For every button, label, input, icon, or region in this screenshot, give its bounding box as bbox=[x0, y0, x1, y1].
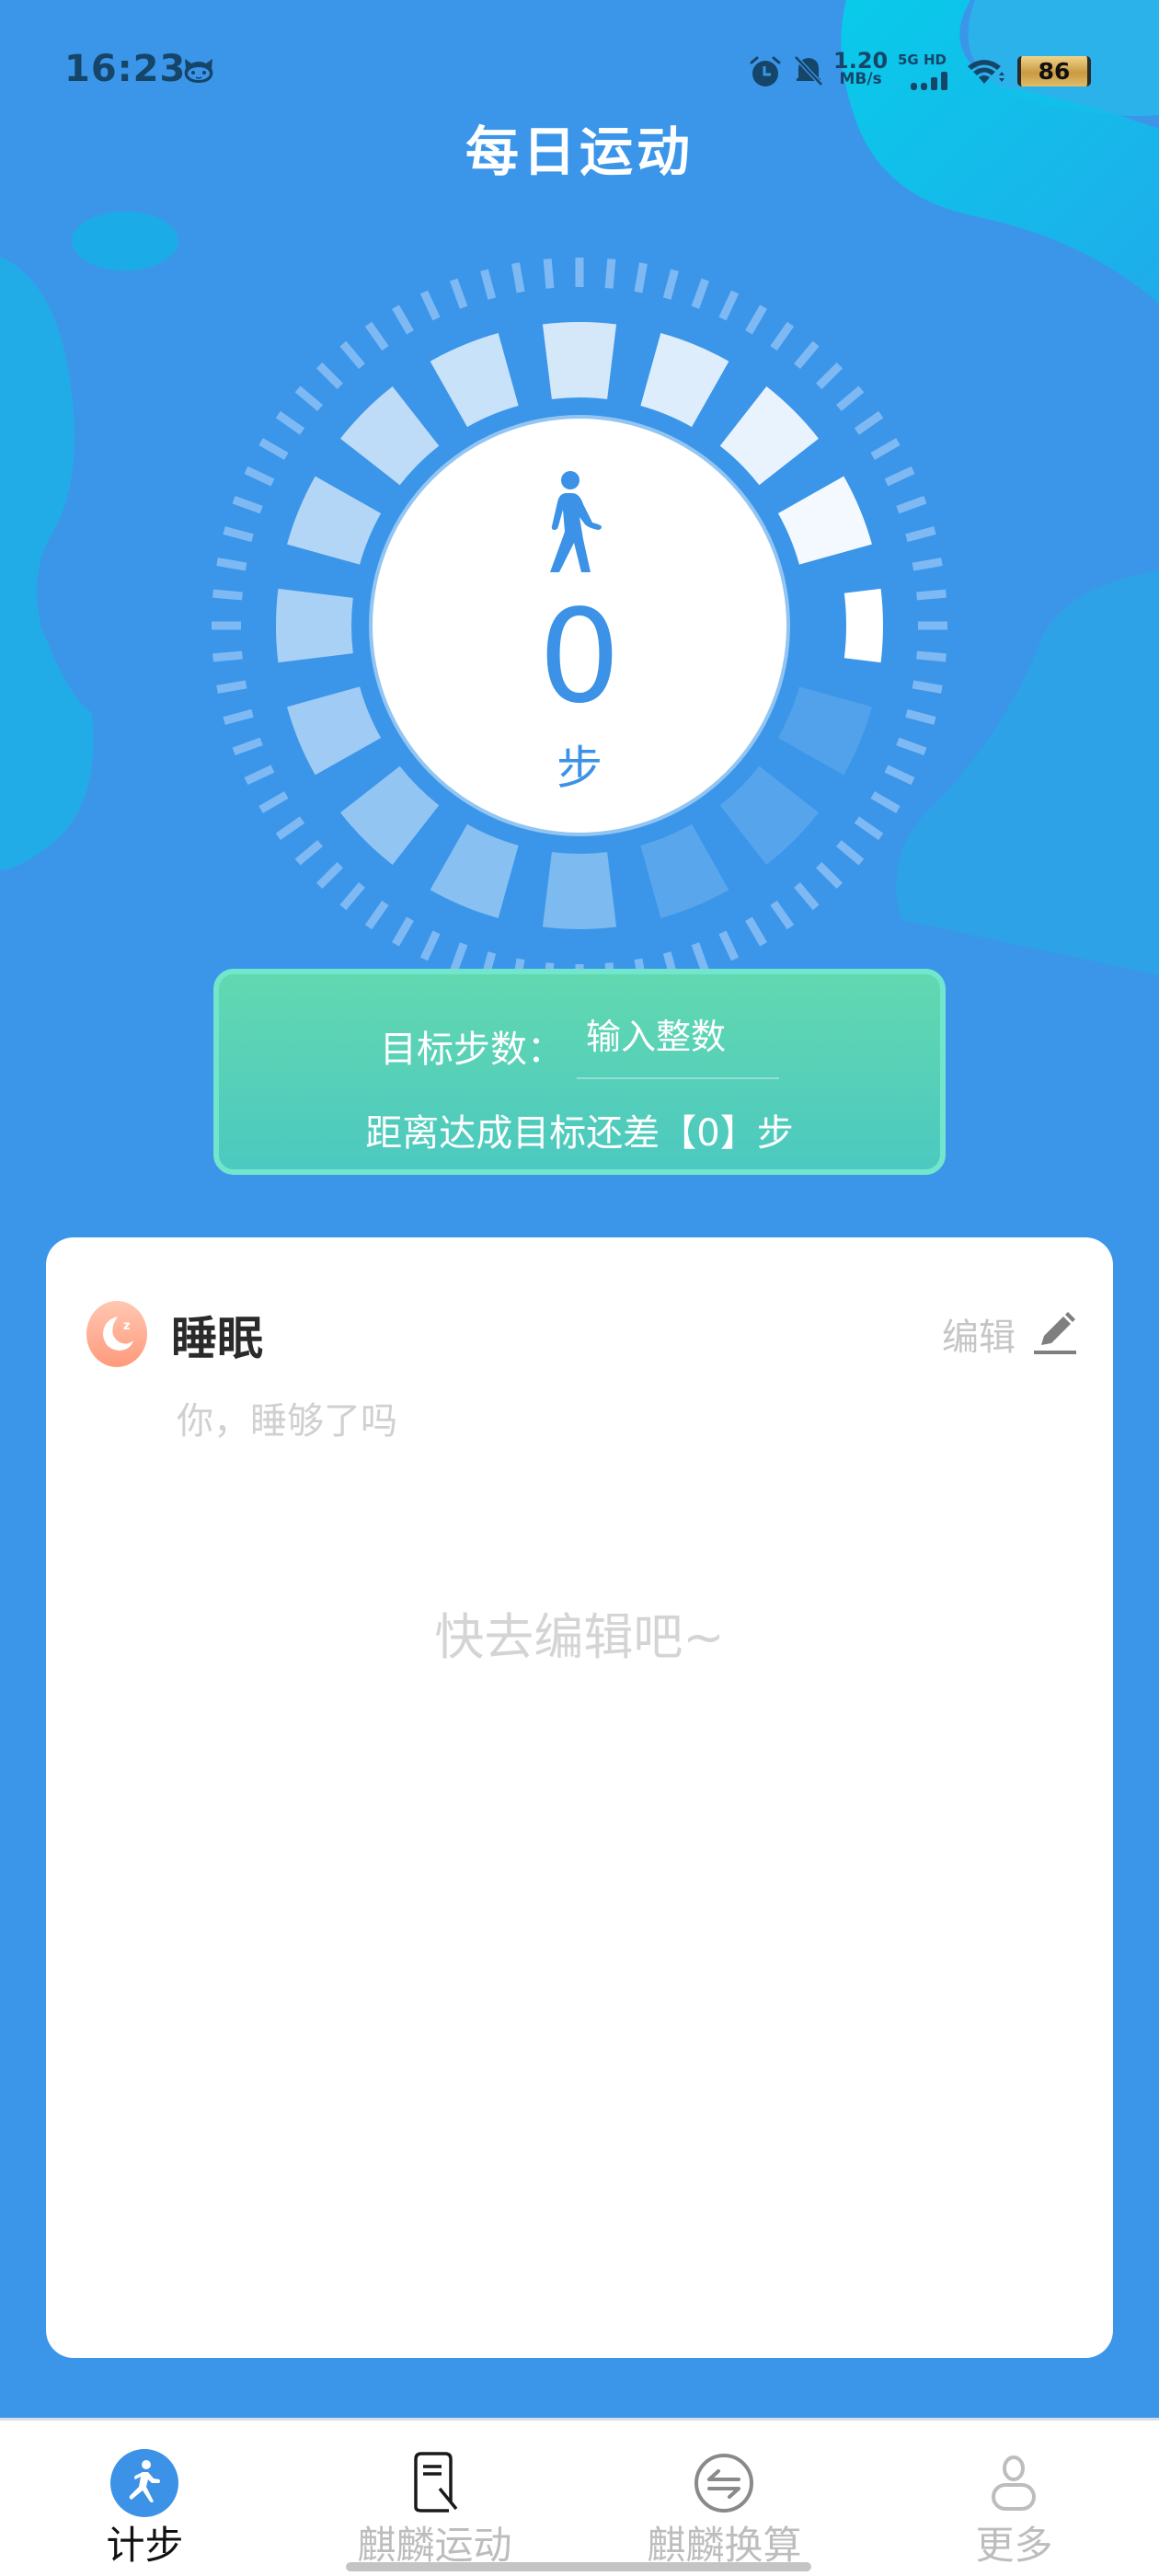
svg-text:z: z bbox=[123, 1319, 131, 1333]
step-unit: 步 bbox=[557, 742, 602, 795]
network-label: 5G HD bbox=[898, 52, 947, 68]
nav-item-qilin-sport[interactable]: 麒麟运动 bbox=[290, 2421, 580, 2576]
nav-item-qilin-convert[interactable]: 麒麟换算 bbox=[580, 2421, 869, 2576]
pencil-icon bbox=[1034, 1312, 1076, 1354]
dial-tick bbox=[691, 942, 710, 973]
goal-target-row: 目标步数： bbox=[219, 1013, 940, 1079]
dial-tick bbox=[316, 862, 343, 890]
bottom-nav: 计步 麒麟运动 麒麟换算 更多 bbox=[0, 2418, 1159, 2576]
dial-tick bbox=[662, 269, 679, 300]
dial-segment bbox=[340, 386, 440, 486]
dial-tick bbox=[339, 882, 365, 911]
dial-segment bbox=[430, 823, 519, 918]
dial-tick bbox=[836, 840, 865, 866]
dial-tick bbox=[884, 466, 915, 487]
nav-item-more[interactable]: 更多 bbox=[869, 2421, 1159, 2576]
exchange-circle-icon bbox=[694, 2454, 753, 2513]
dial-segment bbox=[640, 333, 729, 428]
dial-tick bbox=[449, 278, 468, 309]
dial-tick bbox=[316, 362, 343, 389]
dial-tick bbox=[244, 466, 275, 487]
running-person-icon bbox=[110, 2449, 178, 2517]
page-title: 每日运动 bbox=[465, 121, 694, 183]
goal-target-label: 目标步数： bbox=[380, 1029, 564, 1071]
dial-tick bbox=[480, 269, 497, 300]
document-icon bbox=[414, 2452, 458, 2513]
dial-tick bbox=[634, 262, 648, 293]
dial-tick bbox=[816, 862, 843, 890]
dial-segment bbox=[719, 386, 819, 486]
signal-bars-icon bbox=[911, 72, 947, 90]
dial-tick bbox=[294, 385, 323, 411]
dial-tick bbox=[223, 526, 254, 543]
dial-segment bbox=[542, 322, 617, 399]
goal-remaining-text: 距离达成目标还差【0】步 bbox=[365, 1112, 794, 1155]
moon-sleep-icon: z bbox=[86, 1301, 147, 1367]
dial-tick bbox=[419, 290, 441, 321]
dial-segment bbox=[430, 333, 519, 428]
dial-tick bbox=[419, 930, 441, 961]
edit-button[interactable]: 编辑 bbox=[942, 1302, 1078, 1366]
dial-tick bbox=[794, 340, 820, 369]
empty-hint: 快去编辑吧~ bbox=[434, 1608, 725, 1666]
goal-steps-input[interactable] bbox=[577, 1013, 779, 1079]
dial-tick bbox=[912, 558, 943, 571]
dial-tick bbox=[364, 900, 389, 930]
dial-tick bbox=[392, 305, 414, 335]
battery-indicator: 86 bbox=[1017, 56, 1091, 86]
alarm-clock-icon bbox=[750, 56, 781, 86]
dial-tick bbox=[364, 321, 389, 351]
dial-tick bbox=[854, 816, 884, 841]
blob-small-circle bbox=[72, 212, 178, 270]
dial-segment bbox=[640, 823, 729, 918]
dial-tick bbox=[604, 259, 616, 289]
dial-tick bbox=[392, 916, 414, 947]
dial-tick bbox=[794, 882, 820, 911]
dial-tick bbox=[449, 942, 468, 973]
dial-tick bbox=[275, 816, 305, 841]
sleep-card: z 睡眠 你，睡够了吗 编辑 快去编辑吧~ bbox=[46, 1237, 1113, 2358]
dial-tick bbox=[745, 305, 767, 335]
nav-item-step-count[interactable]: 计步 bbox=[0, 2421, 290, 2576]
sleep-title: 睡眠 bbox=[171, 1312, 263, 1365]
nav-label: 更多 bbox=[975, 2523, 1053, 2568]
dial-tick bbox=[232, 495, 263, 514]
dial-tick bbox=[294, 840, 323, 866]
dial-tick bbox=[905, 526, 936, 543]
status-time: 16:23 bbox=[64, 48, 187, 90]
cat-face-icon bbox=[184, 59, 213, 83]
dial-tick bbox=[543, 259, 555, 289]
bell-off-icon bbox=[794, 55, 823, 86]
dial-tick bbox=[216, 558, 247, 571]
dial-tick bbox=[275, 410, 305, 435]
home-indicator[interactable] bbox=[346, 2562, 811, 2571]
dial-tick bbox=[770, 321, 795, 351]
dial-segment bbox=[542, 852, 617, 929]
dial-tick bbox=[258, 438, 289, 460]
dial-tick bbox=[836, 385, 865, 411]
nav-label: 计步 bbox=[106, 2523, 184, 2568]
dial-tick bbox=[816, 362, 843, 389]
net-speed: 1.20 MB/s bbox=[833, 48, 889, 88]
dial-tick bbox=[854, 410, 884, 435]
dial-tick bbox=[339, 340, 365, 369]
dial-tick bbox=[691, 278, 710, 309]
dial-tick bbox=[718, 930, 740, 961]
sleep-subtitle: 你，睡够了吗 bbox=[177, 1400, 397, 1443]
dial-tick bbox=[896, 495, 927, 514]
dial-tick bbox=[770, 900, 795, 930]
network-indicator: 5G HD bbox=[898, 52, 951, 90]
step-count: 0 bbox=[538, 582, 621, 732]
dial-tick bbox=[718, 290, 740, 321]
dial-segment bbox=[287, 476, 382, 565]
dial-tick bbox=[745, 916, 767, 947]
dial-tick bbox=[870, 438, 901, 460]
dial-tick bbox=[511, 262, 525, 293]
wifi-icon bbox=[968, 60, 1004, 84]
dial-segment bbox=[777, 476, 872, 565]
edit-label: 编辑 bbox=[942, 1317, 1016, 1359]
walking-person-icon bbox=[550, 471, 602, 572]
user-icon bbox=[992, 2455, 1036, 2511]
goal-panel: 目标步数： 距离达成目标还差【0】步 bbox=[213, 969, 946, 1175]
